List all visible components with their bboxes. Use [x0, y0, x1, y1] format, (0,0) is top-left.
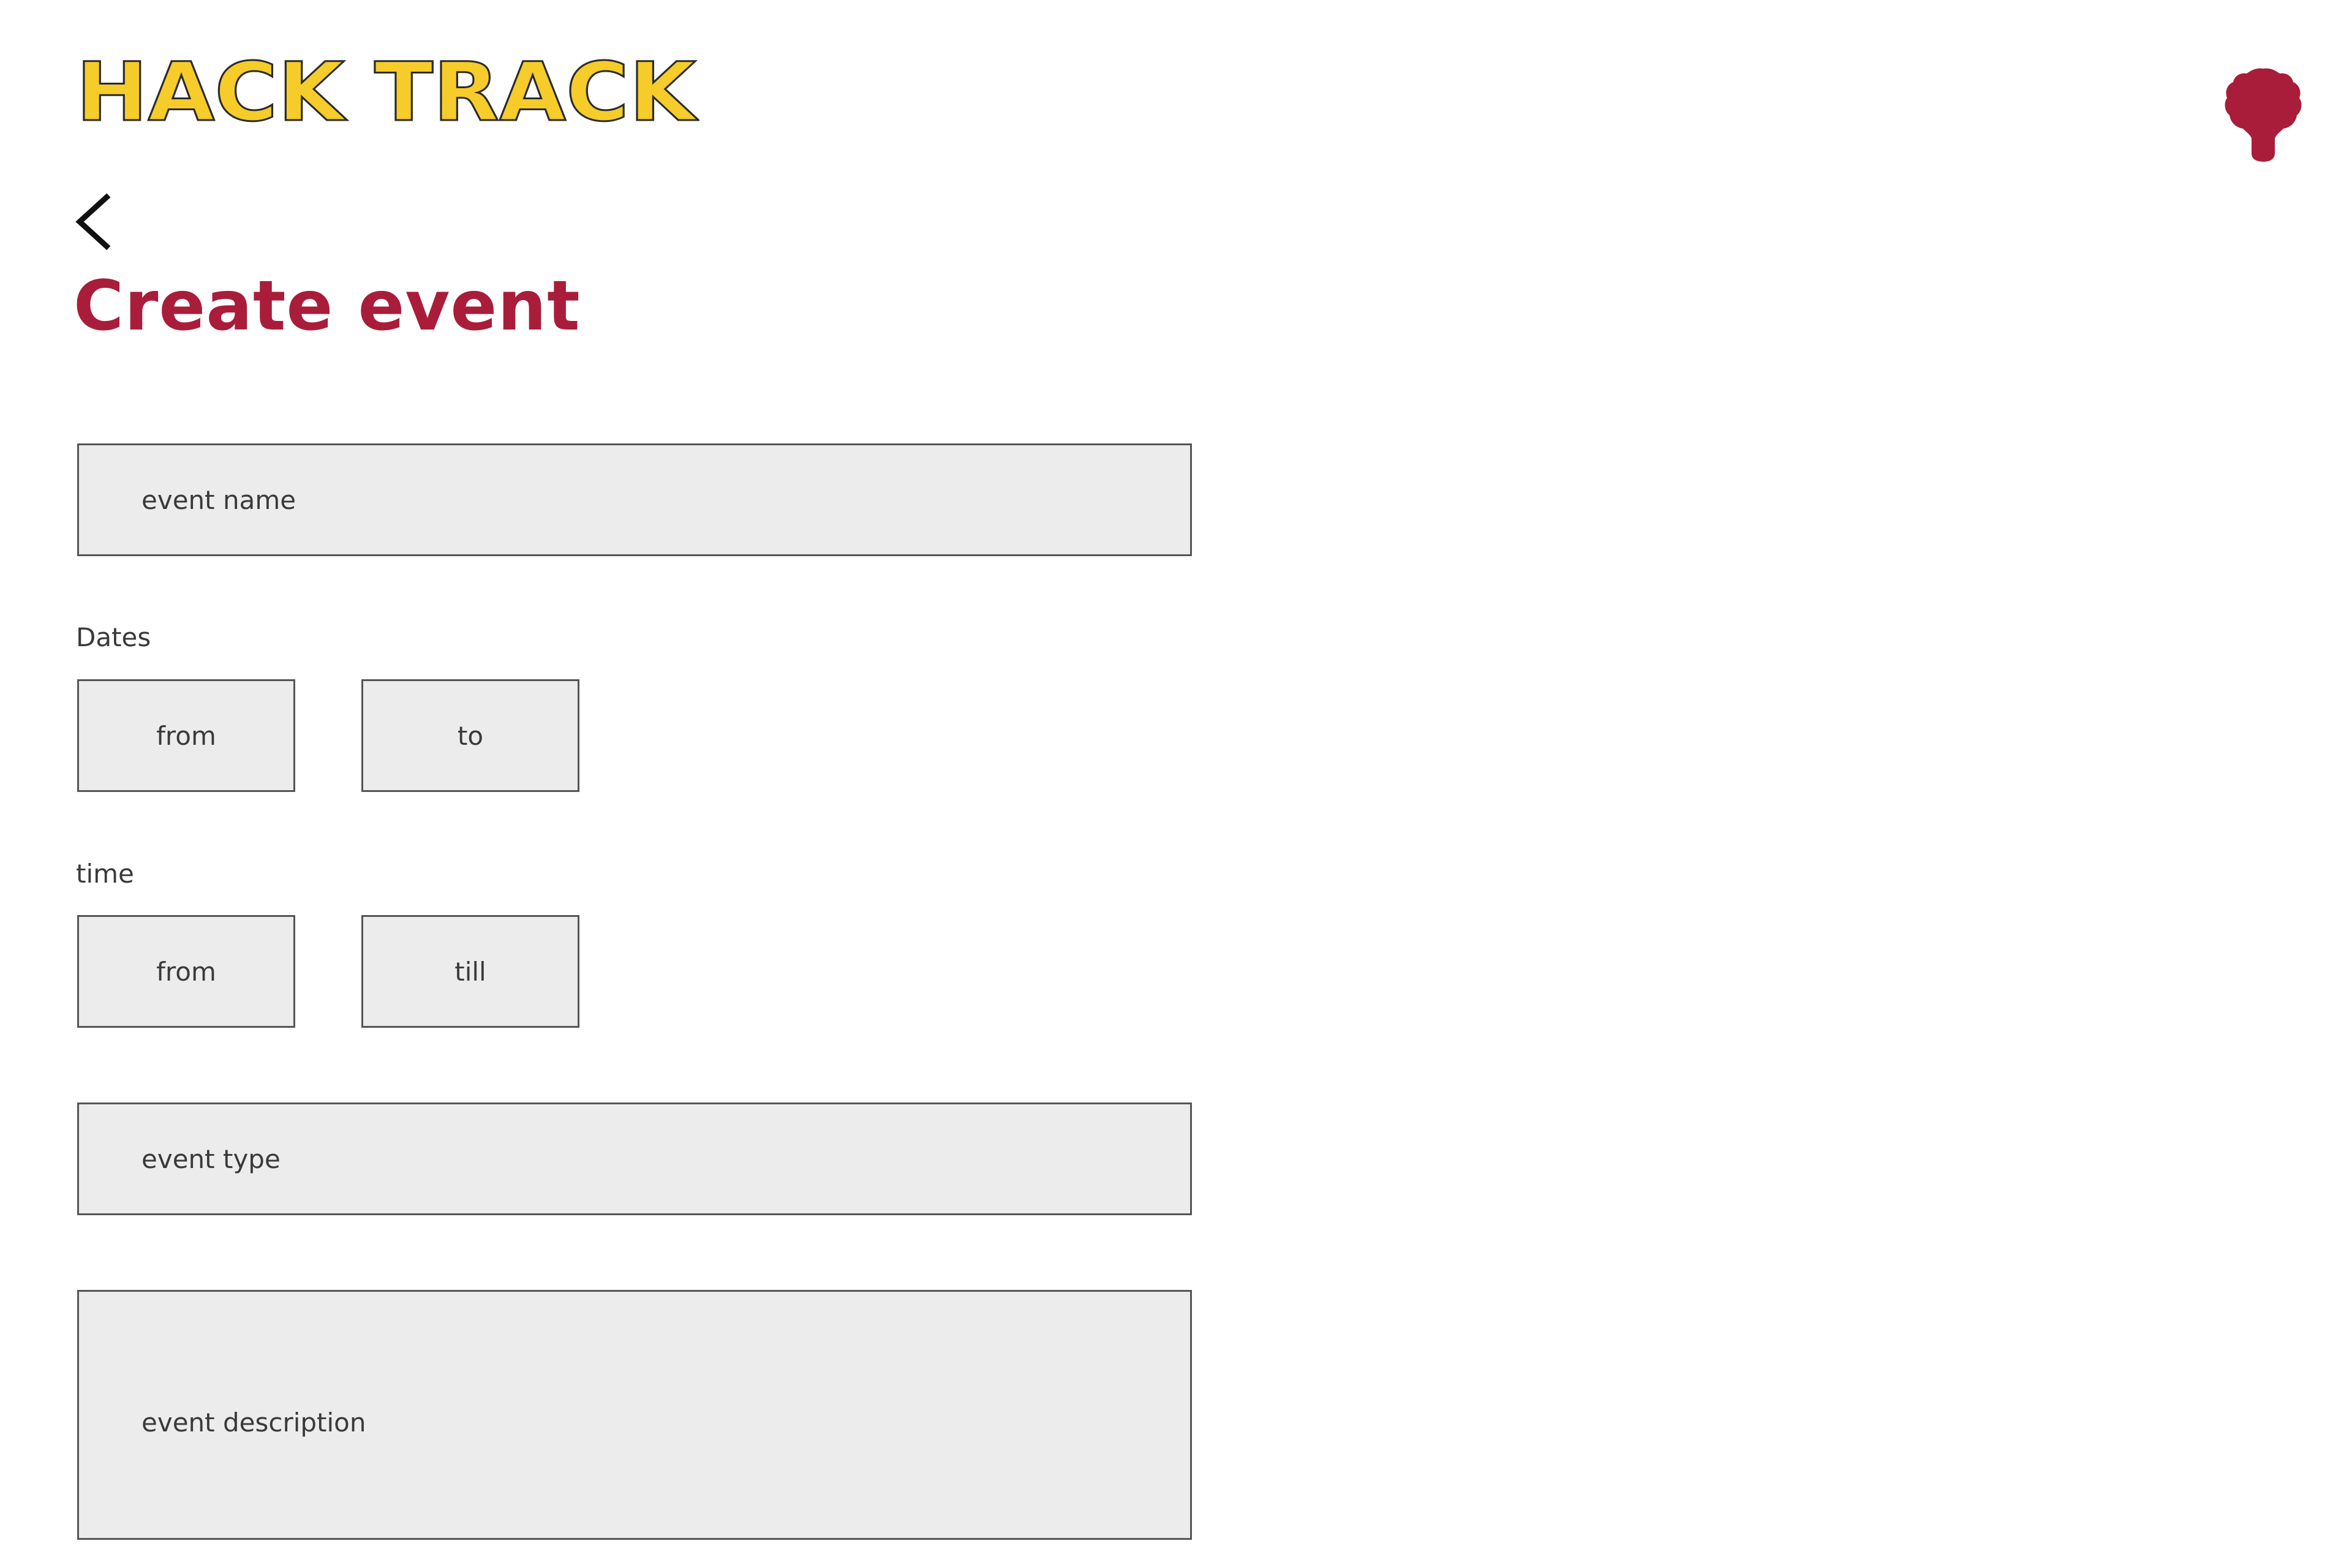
- date-from-input[interactable]: [77, 679, 295, 792]
- event-description-input[interactable]: [77, 1290, 1192, 1540]
- app-logo[interactable]: HACK TRACK: [75, 48, 700, 127]
- time-from-input[interactable]: [77, 915, 295, 1028]
- chevron-left-icon: [75, 193, 111, 251]
- date-to-input[interactable]: [361, 679, 579, 792]
- logo-wordmark: HACK TRACK: [75, 48, 700, 127]
- back-button[interactable]: [71, 192, 120, 251]
- time-label: time: [76, 859, 134, 889]
- logo-text: HACK TRACK: [76, 48, 699, 127]
- event-type-input[interactable]: [77, 1102, 1192, 1215]
- page-title: Create event: [74, 266, 581, 346]
- user-avatar-icon[interactable]: [2223, 65, 2303, 162]
- event-name-input[interactable]: [77, 443, 1192, 556]
- time-till-input[interactable]: [361, 915, 579, 1028]
- dates-label: Dates: [76, 622, 151, 652]
